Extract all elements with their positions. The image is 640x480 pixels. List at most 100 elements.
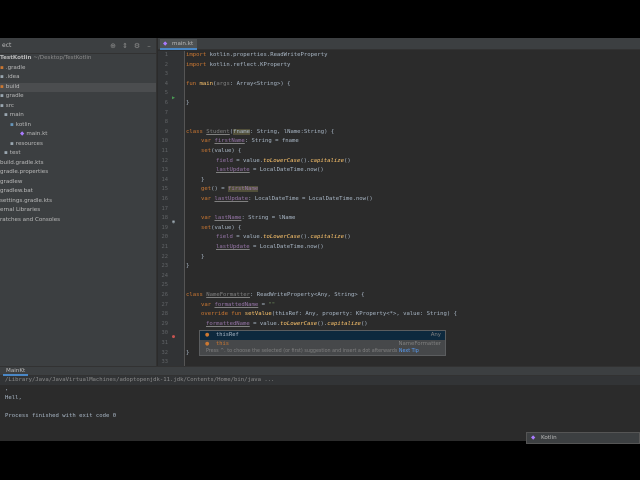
parameter-icon: ● [205, 332, 210, 338]
completion-popup[interactable]: ● thisRef Any ● this NameFormatter Press… [199, 330, 446, 356]
line-number: 11 [161, 148, 169, 154]
tree-item-scratches[interactable]: ratches and Consoles [0, 216, 156, 226]
tree-item-main-kt[interactable]: ◆ main.kt [0, 130, 156, 140]
keyword-icon: ● [205, 340, 210, 347]
code-line-2: import kotlin.reflect.KProperty [186, 61, 291, 68]
folder-icon: ▪ [0, 102, 4, 109]
locate-icon[interactable]: ⊕ [108, 42, 118, 50]
code-line-23: } [186, 263, 190, 270]
code-line-10: var firstName: String = fname [201, 138, 299, 145]
kotlin-icon: ◆ [531, 435, 536, 441]
run-panel: MainKt /Library/Java/JavaVirtualMachines… [0, 366, 640, 441]
editor-gutter[interactable]: 1 2 3 4 5 6 7 8 9 10 11 12 13 14 15 16 17 18 19 20 21 22 23 24 2… [158, 51, 185, 366]
line-number: 7 [164, 109, 168, 116]
tree-item-gradlew[interactable]: gradlew [0, 178, 156, 188]
tree-item-settings-gradle-kts[interactable]: settings.gradle.kts [0, 197, 156, 207]
line-number: 3 [164, 71, 168, 78]
tree-root-name: TestKotlin [0, 55, 32, 61]
folder-icon: ▪ [4, 112, 8, 118]
code-line-1: import kotlin.properties.ReadWriteProper… [186, 52, 328, 58]
console-line: , [5, 386, 9, 392]
line-number: 8 [164, 119, 168, 126]
line-number: 22 [161, 253, 169, 260]
next-tip-link[interactable]: Next Tip [399, 349, 419, 354]
tree-item-gradle-cache[interactable]: ▪ .gradle [0, 64, 156, 74]
tree-item-main[interactable]: ▪ main [0, 111, 156, 121]
code-line-18: var lastName: String = lName [201, 215, 296, 222]
tree-item-build-gradle-kts[interactable]: build.gradle.kts [0, 159, 156, 169]
tree-item-kotlin[interactable]: ▪ kotlin [0, 121, 156, 131]
line-number: 23 [161, 263, 169, 270]
tree-item-build[interactable]: ▪ build [0, 82, 156, 92]
code-line-6: } [186, 100, 190, 106]
line-number: 28 [161, 311, 169, 318]
tree-item-gradlew-bat[interactable]: gradlew.bat [0, 187, 156, 197]
line-number: 32 [161, 349, 169, 356]
line-number: 10 [161, 138, 169, 145]
tab-label: main.kt [172, 41, 194, 47]
ide-window: ect ⊕ ⇕ ⚙ – TestKotlin ~/Desktop/TestKot… [0, 38, 640, 441]
collapse-all-icon[interactable]: ⇕ [120, 42, 130, 50]
tab-run-mainkt[interactable]: MainKt [3, 367, 29, 376]
tree-item-test[interactable]: ▪ test [0, 149, 156, 159]
folder-icon: ▪ [0, 83, 4, 90]
folder-icon: ▪ [10, 121, 14, 128]
run-tab-bar: MainKt [0, 367, 640, 376]
line-number: 27 [161, 301, 169, 308]
folder-icon: ▪ [10, 140, 14, 147]
code-line-28: override fun setValue(thisRef: Any, prop… [201, 311, 457, 318]
code-line-21: lastUpdate = LocalDateTime.now() [216, 244, 324, 250]
kotlin-file-icon: ◆ [20, 131, 25, 137]
console-line: Hell, [5, 395, 22, 401]
project-panel-title: ect [2, 42, 12, 49]
folder-icon: ▪ [0, 64, 4, 71]
line-number: 16 [161, 196, 169, 202]
line-number: 29 [161, 320, 169, 327]
folder-icon: ▪ [0, 74, 4, 80]
code-line-32: } [186, 349, 190, 356]
line-number: 4 [164, 80, 168, 87]
tree-item-src[interactable]: ▪ src [0, 102, 156, 112]
line-number: 6 [164, 100, 168, 106]
gear-icon[interactable]: ⚙ [132, 42, 142, 50]
line-number: 14 [161, 176, 169, 183]
code-editor[interactable]: import kotlin.properties.ReadWriteProper… [186, 51, 640, 366]
kotlin-notification[interactable]: ◆ Kotlin [526, 432, 640, 444]
tree-root[interactable]: TestKotlin ~/Desktop/TestKotlin [0, 54, 156, 64]
tree-item-external-libraries[interactable]: ernal Libraries [0, 206, 156, 216]
line-number: 17 [161, 205, 169, 212]
code-line-4: fun main(args: Array<String>) { [186, 80, 291, 87]
completion-hint: Press ^. to choose the selected (or firs… [206, 349, 419, 354]
tree-item-gradle-properties[interactable]: gradle.properties [0, 168, 156, 178]
completion-item[interactable]: ● this NameFormatter [200, 340, 445, 349]
editor-tab-bar: ◆ main.kt [158, 38, 640, 50]
line-number: 19 [161, 224, 169, 231]
console-line: Process finished with exit code 0 [5, 413, 117, 419]
implements-icon: ● [172, 334, 176, 340]
line-number: 26 [161, 292, 169, 298]
tree-item-idea[interactable]: ▪ .idea [0, 73, 156, 83]
console-line: /Library/Java/JavaVirtualMachines/adopto… [0, 376, 640, 385]
line-number: 12 [161, 157, 169, 164]
line-number: 30 [161, 330, 169, 337]
code-line-9: class Student(fname: String, lName:Strin… [186, 128, 335, 135]
hide-icon[interactable]: – [144, 42, 154, 50]
run-icon[interactable]: ▶ [172, 95, 175, 101]
code-line-16: var lastUpdate: LocalDateTime = LocalDat… [201, 196, 373, 202]
line-number: 24 [161, 272, 169, 279]
code-line-13: lastUpdate = LocalDateTime.now() [216, 167, 324, 174]
project-panel-header: ect ⊕ ⇕ ⚙ – [0, 38, 156, 54]
tab-main-kt[interactable]: ◆ main.kt [160, 39, 198, 50]
tree-item-resources[interactable]: ▪ resources [0, 140, 156, 150]
line-number: 18 [161, 215, 169, 222]
folder-icon: ▪ [4, 150, 8, 156]
code-line-20: field = value.toLowerCase().capitalize() [216, 234, 351, 241]
project-panel: ect ⊕ ⇕ ⚙ – TestKotlin ~/Desktop/TestKot… [0, 38, 157, 366]
tree-item-gradle[interactable]: ▪ gradle [0, 92, 156, 102]
code-line-27: var formattedName = "" [201, 301, 276, 308]
line-number: 5 [164, 90, 168, 97]
line-number: 21 [161, 244, 169, 250]
completion-item[interactable]: ● thisRef Any [200, 331, 445, 340]
line-number: 20 [161, 234, 169, 241]
